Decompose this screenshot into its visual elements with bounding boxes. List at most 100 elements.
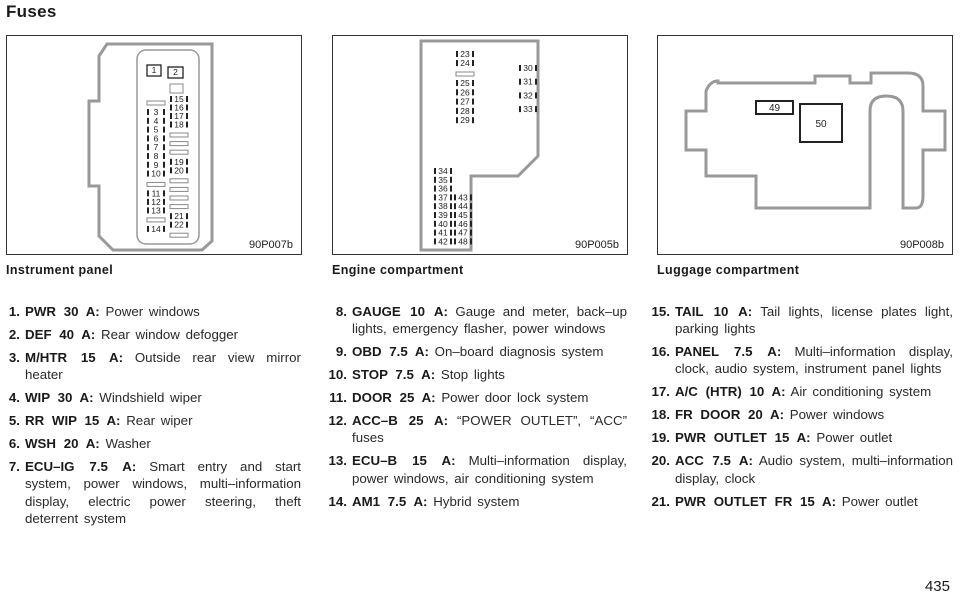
- engine-fuse-box-outline: 2324252627282930313233343536373839404142…: [419, 39, 540, 252]
- fuse-terminal: [163, 117, 165, 124]
- fuse-name-rating: TAIL 10 A:: [675, 304, 753, 319]
- fuse-list-item: 10. STOP 7.5 A: Stop lights: [325, 366, 627, 383]
- luggage-compartment-diagram: 49 50 90P008b: [657, 35, 953, 255]
- diagram-code: 90P007b: [248, 239, 293, 251]
- spare-fuse-slot: [169, 132, 189, 138]
- fuse-description: Power windows: [105, 304, 200, 319]
- fuse-name-rating: PWR OUTLET FR 15 A:: [675, 493, 837, 509]
- fuse-1-label: 1: [152, 65, 157, 75]
- fuse-terminal: [450, 238, 452, 245]
- fuse-name-rating: M/HTR 15 A:: [25, 350, 124, 365]
- fuse-entry: PWR 30 A: Power windows: [25, 303, 301, 320]
- fuse-entry: PANEL 7.5 A: Multi–information display, …: [675, 343, 953, 377]
- caption-instrument-panel: Instrument panel: [6, 263, 114, 277]
- fuse-terminal: [519, 106, 521, 113]
- fuse-name-rating: PWR 30 A:: [25, 304, 100, 319]
- fuse-terminal: [147, 117, 149, 124]
- fuse-entry: RR WIP 15 A: Rear wiper: [25, 412, 301, 429]
- fuse-terminal: [450, 203, 452, 210]
- spare-fuse-slot: [169, 186, 189, 192]
- fuse-list-item: 21. PWR OUTLET FR 15 A: Power outlet: [648, 493, 953, 510]
- fuse-number: 17.: [651, 384, 671, 400]
- fuse-name-rating: DEF 40 A:: [25, 327, 96, 342]
- diagram-code: 90P008b: [899, 239, 944, 251]
- fuse-terminal: [472, 51, 474, 57]
- fuse-entry: A/C (HTR) 10 A: Air conditioning system: [675, 383, 953, 400]
- fuse-number: 21.: [651, 493, 671, 509]
- fuse-entry: STOP 7.5 A: Stop lights: [352, 366, 627, 383]
- page-number: 435: [924, 578, 950, 595]
- fuse-name-rating: GAUGE 10 A:: [352, 304, 448, 319]
- fuse-terminal: [519, 65, 521, 71]
- fuse-terminal: [434, 176, 436, 183]
- fuse-number: 12.: [328, 413, 348, 429]
- fuse-name-rating: ACC–B 25 A:: [352, 413, 449, 429]
- fuse-terminal: [535, 106, 537, 113]
- fuse-list-item: 4. WIP 30 A: Windshield wiper: [6, 389, 301, 406]
- fuse-terminal: [456, 98, 458, 105]
- fuse-13: 13: [151, 205, 161, 215]
- fuse-50-label: 50: [815, 119, 827, 130]
- fuse-list-item: 18. FR DOOR 20 A: Power windows: [648, 406, 953, 423]
- fuse-terminal: [472, 98, 474, 105]
- fuse-terminal: [170, 167, 172, 174]
- fuse-terminal: [170, 221, 172, 228]
- fuse-2-label: 2: [173, 67, 178, 77]
- fuse-name-rating: WSH 20 A:: [25, 436, 100, 452]
- fuse-list-item: 5. RR WIP 15 A: Rear wiper: [6, 412, 301, 429]
- fuse-terminal: [163, 198, 165, 205]
- fuse-terminal: [163, 161, 165, 168]
- fuse-list-column-2: 8. GAUGE 10 A: Gauge and meter, back–up l…: [325, 303, 628, 516]
- fuse-description: Power door lock system: [441, 390, 589, 406]
- fuse-terminal: [147, 126, 149, 133]
- fuse-list-item: 16. PANEL 7.5 A: Multi–information displa…: [648, 343, 954, 377]
- fuse-entry: WIP 30 A: Windshield wiper: [25, 389, 301, 406]
- fuse-22: 22: [174, 220, 184, 230]
- fuse-terminal: [434, 220, 436, 227]
- fuse-24: 24: [460, 58, 470, 68]
- fuse-description: Stop lights: [440, 367, 505, 383]
- fuse-name-rating: DOOR 25 A:: [352, 390, 436, 406]
- fuse-terminal: [450, 212, 452, 218]
- fuse-terminal: [170, 121, 172, 128]
- caption-luggage-compartment: Luggage compartment: [657, 263, 800, 277]
- fuse-entry: FR DOOR 20 A: Power windows: [675, 406, 953, 423]
- fuse-name-rating: WIP 30 A:: [25, 390, 94, 406]
- fuse-name-rating: ECU–B 15 A:: [352, 453, 456, 469]
- fuse-terminal: [456, 117, 458, 124]
- fuse-list-item: 12. ACC–B 25 A: “POWER OUTLET”, “ACC” fus…: [325, 412, 628, 446]
- fuse-terminal: [163, 225, 165, 232]
- fuse-number: 5.: [8, 413, 20, 429]
- fuse-terminal: [450, 229, 452, 236]
- fuse-terminal: [163, 190, 165, 197]
- fuse-number: 13.: [328, 453, 348, 469]
- spare-fuse-slot: [169, 178, 189, 184]
- fuse-terminal: [170, 113, 172, 119]
- fuse-terminal: [186, 104, 188, 111]
- fuse-number: 7.: [8, 459, 20, 475]
- fuse-entry: ECU–B 15 A: Multi–information display, p…: [352, 452, 627, 486]
- fuse-list-item: 13. ECU–B 15 A: Multi–information display…: [325, 452, 627, 486]
- fuse-entry: WSH 20 A: Washer: [25, 435, 301, 452]
- fuse-42: 42: [438, 236, 448, 246]
- diagram-code: 90P005b: [574, 239, 619, 251]
- fuse-48: 48: [458, 236, 468, 246]
- fuse-number: 20.: [651, 453, 671, 469]
- fuse-terminal: [147, 207, 149, 214]
- fuse-terminal: [470, 238, 472, 245]
- fuse-list-item: 7. ECU–IG 7.5 A: Smart entry and start sy…: [6, 458, 301, 527]
- fuse-description: Rear wiper: [126, 413, 193, 429]
- fuse-terminal: [456, 60, 458, 66]
- fuse-49-label: 49: [769, 103, 781, 114]
- fuse-terminal: [456, 107, 458, 114]
- fuse-list-item: 11. DOOR 25 A: Power door lock system: [325, 389, 627, 406]
- engine-compartment-diagram: 23 24 25 26 27 28 29 30 31 32 33 34 35 36 37 38 39 40 41 42…: [332, 35, 628, 255]
- fuse-entry: M/HTR 15 A: Outside rear view mirror hea…: [25, 349, 301, 383]
- fuse-terminal: [434, 212, 436, 218]
- fuse-terminal: [163, 135, 165, 142]
- fuse-terminal: [472, 80, 474, 86]
- fuse-name-rating: A/C (HTR) 10 A:: [675, 384, 786, 400]
- fuse-number: 1.: [8, 304, 20, 319]
- fuse-list-column-3: 15. TAIL 10 A: Tail lights, license plate…: [648, 303, 954, 516]
- fuse-description: Air conditioning system: [790, 384, 932, 400]
